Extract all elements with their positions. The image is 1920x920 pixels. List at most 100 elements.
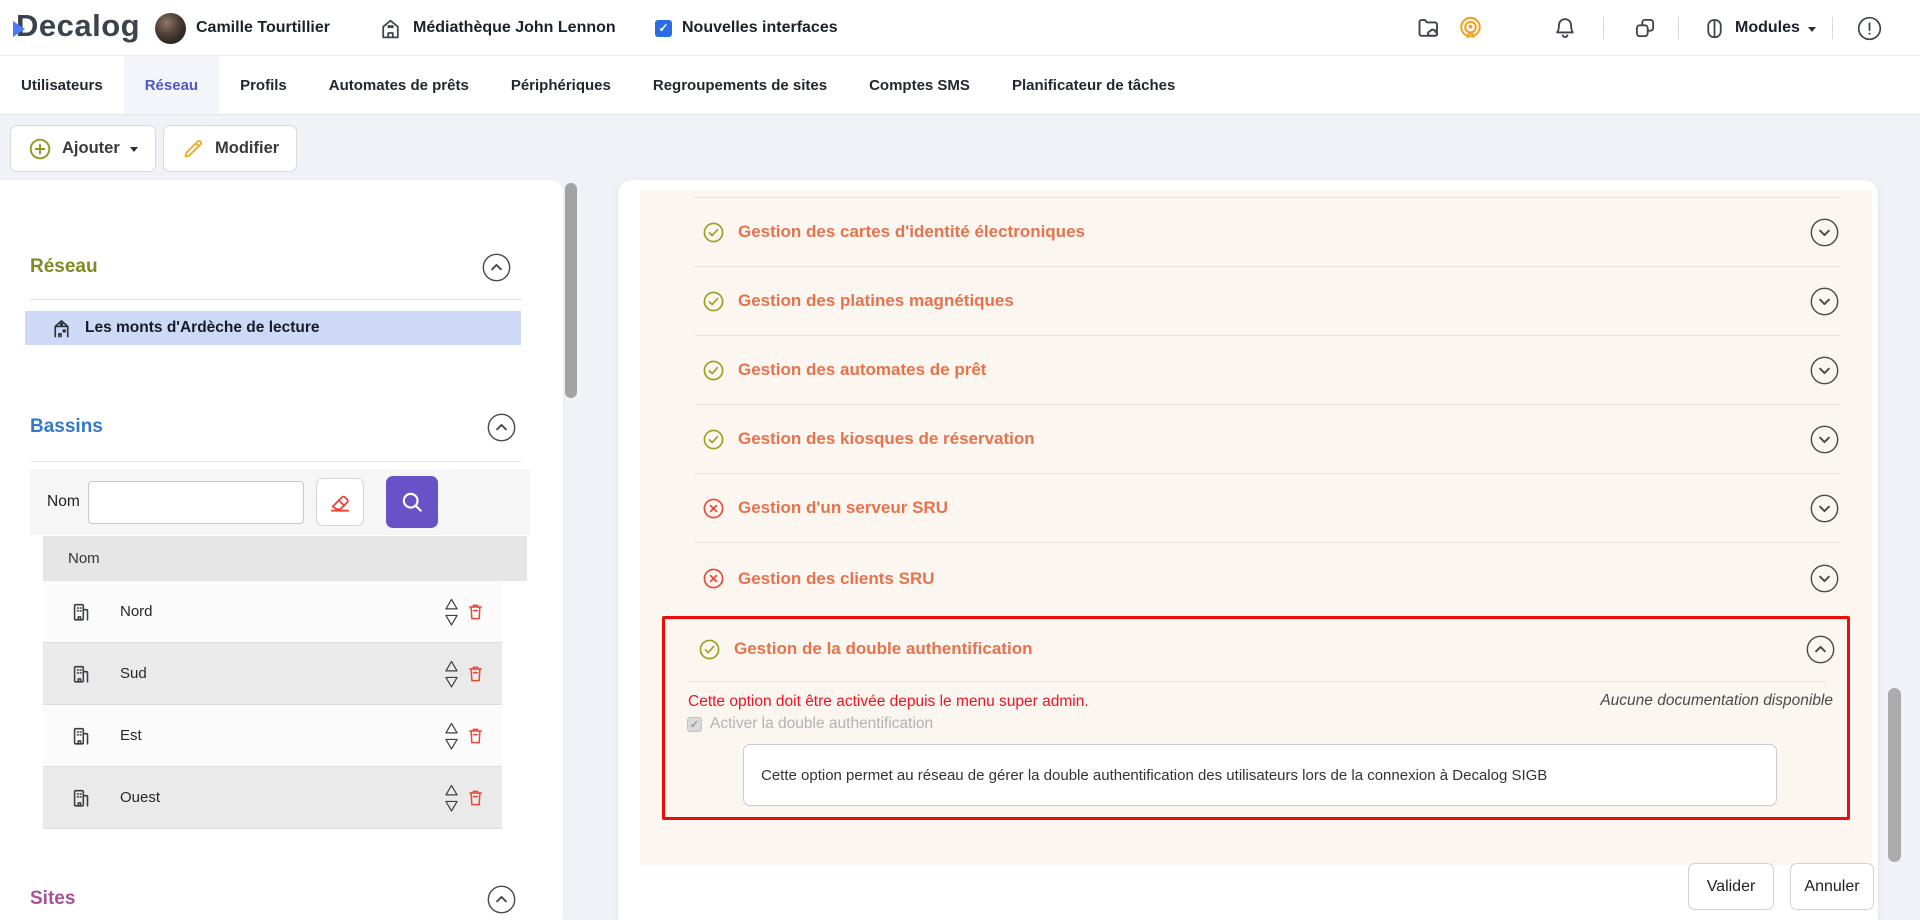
user-avatar[interactable] xyxy=(155,13,186,44)
tab-label: Périphériques xyxy=(511,77,611,94)
move-up-button[interactable] xyxy=(443,783,460,797)
move-up-button[interactable] xyxy=(443,659,460,673)
new-interfaces-checkbox[interactable] xyxy=(655,20,672,37)
tab-regroupements-de-sites[interactable]: Regroupements de sites xyxy=(632,56,848,114)
search-button[interactable] xyxy=(386,476,438,528)
chevron-down-icon[interactable] xyxy=(1809,493,1840,524)
pencil-icon xyxy=(181,137,205,161)
activate-2fa-checkbox-disabled xyxy=(687,717,702,732)
accordion-item-automates-de-pret[interactable]: Gestion des automates de prêt xyxy=(640,336,1872,404)
move-up-button[interactable] xyxy=(443,597,460,611)
notifications-bell-icon[interactable] xyxy=(1552,15,1578,41)
delete-button[interactable] xyxy=(465,663,486,684)
chevron-down-icon[interactable] xyxy=(1809,563,1840,594)
tab-label: Réseau xyxy=(145,77,198,94)
bassins-column-header: Nom xyxy=(43,536,527,581)
cancel-button[interactable]: Annuler xyxy=(1790,863,1874,910)
building-icon xyxy=(70,725,92,747)
description-input[interactable] xyxy=(743,744,1777,806)
clear-filter-button[interactable] xyxy=(316,478,364,526)
accordion-item-clients-sru[interactable]: Gestion des clients SRU xyxy=(640,543,1872,614)
collapse-section-button[interactable] xyxy=(486,412,517,443)
edit-button[interactable]: Modifier xyxy=(163,125,297,172)
building-icon xyxy=(70,601,92,623)
accordion-header-double-authentification[interactable]: Gestion de la double authentification xyxy=(665,619,1847,679)
chevron-down-icon[interactable] xyxy=(1809,355,1840,386)
separator xyxy=(1678,17,1679,39)
bassins-filter-bar: Nom xyxy=(30,469,530,535)
move-up-button[interactable] xyxy=(443,721,460,735)
network-selected-item[interactable]: Les monts d'Ardèche de lecture xyxy=(25,311,521,345)
check-circle-icon xyxy=(702,290,725,313)
new-interfaces-toggle[interactable]: Nouvelles interfaces xyxy=(655,0,838,56)
chevron-up-icon xyxy=(486,884,517,915)
search-icon xyxy=(399,489,425,515)
divider xyxy=(30,461,522,462)
chevron-down-icon[interactable] xyxy=(1809,217,1840,248)
add-button[interactable]: Ajouter xyxy=(10,125,156,172)
tab-automates-de-prets[interactable]: Automates de prêts xyxy=(308,56,490,114)
tab-reseau[interactable]: Réseau xyxy=(124,56,219,114)
column-header-label: Nom xyxy=(68,550,100,567)
collapse-section-button[interactable] xyxy=(481,252,512,283)
super-admin-warning-text: Cette option doit être activée depuis le… xyxy=(688,693,1089,711)
accordion-item-cartes-identite[interactable]: Gestion des cartes d'identité électroniq… xyxy=(640,198,1872,266)
user-menu[interactable]: Camille Tourtillier xyxy=(155,0,330,56)
table-row[interactable]: Est xyxy=(43,705,502,767)
collapse-section-button[interactable] xyxy=(486,884,517,915)
row-name: Nord xyxy=(120,603,153,620)
tab-label: Regroupements de sites xyxy=(653,77,827,94)
eraser-icon xyxy=(327,489,353,515)
move-down-button[interactable] xyxy=(443,675,460,689)
folder-cloud-icon[interactable] xyxy=(1415,15,1442,42)
top-bar: Decalog Camille Tourtillier Médiathèque … xyxy=(0,0,1920,56)
accordion-item-label: Gestion d'un serveur SRU xyxy=(738,498,948,518)
library-selector[interactable]: Médiathèque John Lennon xyxy=(378,0,616,56)
library-building-icon xyxy=(50,317,73,340)
move-down-button[interactable] xyxy=(443,613,460,627)
accordion-item-kiosques-reservation[interactable]: Gestion des kiosques de réservation xyxy=(640,405,1872,473)
tab-peripheriques[interactable]: Périphériques xyxy=(490,56,632,114)
sidebar-scrollbar-thumb[interactable] xyxy=(565,183,577,398)
page-body: Ajouter Modifier Réseau Les monts d'Ardè… xyxy=(0,115,1920,920)
user-name: Camille Tourtillier xyxy=(196,19,330,37)
accordion-item-platines-magnetiques[interactable]: Gestion des platines magnétiques xyxy=(640,267,1872,335)
no-documentation-note: Aucune documentation disponible xyxy=(1600,692,1833,710)
delete-button[interactable] xyxy=(465,725,486,746)
move-down-button[interactable] xyxy=(443,799,460,813)
delete-button[interactable] xyxy=(465,601,486,622)
activate-2fa-label: Activer la double authentification xyxy=(710,715,933,733)
chevron-up-icon[interactable] xyxy=(1805,634,1836,665)
chevron-down-icon[interactable] xyxy=(1809,286,1840,317)
validate-button[interactable]: Valider xyxy=(1688,863,1774,910)
filter-name-input[interactable] xyxy=(88,481,304,524)
apps-squares-icon[interactable] xyxy=(1632,15,1658,41)
move-down-button[interactable] xyxy=(443,737,460,751)
table-row[interactable]: Sud xyxy=(43,643,502,705)
tab-profils[interactable]: Profils xyxy=(219,56,308,114)
check-circle-icon xyxy=(702,359,725,382)
activate-2fa-row: Activer la double authentification xyxy=(687,715,933,733)
building-icon xyxy=(70,787,92,809)
table-row[interactable]: Nord xyxy=(43,581,502,643)
building-icon xyxy=(70,663,92,685)
delete-button[interactable] xyxy=(465,787,486,808)
row-name: Est xyxy=(120,727,142,744)
tab-utilisateurs[interactable]: Utilisateurs xyxy=(0,56,124,114)
chevron-down-icon[interactable] xyxy=(1809,424,1840,455)
main-scrollbar-thumb[interactable] xyxy=(1888,688,1901,862)
section-title-bassins: Bassins xyxy=(30,416,103,438)
app-logo[interactable]: Decalog xyxy=(16,8,140,44)
house-icon xyxy=(378,16,403,41)
modules-menu[interactable]: Modules xyxy=(1702,0,1816,56)
accordion-item-label: Gestion des automates de prêt xyxy=(738,360,986,380)
info-alert-icon[interactable] xyxy=(1856,15,1883,42)
check-circle-icon xyxy=(702,221,725,244)
table-row[interactable]: Ouest xyxy=(43,767,502,829)
caret-down-icon xyxy=(130,147,138,152)
tab-planificateur-de-taches[interactable]: Planificateur de tâches xyxy=(991,56,1196,114)
separator xyxy=(1603,17,1604,39)
accordion-item-serveur-sru[interactable]: Gestion d'un serveur SRU xyxy=(640,474,1872,542)
broadcast-assistant-icon[interactable] xyxy=(1457,15,1484,42)
tab-comptes-sms[interactable]: Comptes SMS xyxy=(848,56,991,114)
